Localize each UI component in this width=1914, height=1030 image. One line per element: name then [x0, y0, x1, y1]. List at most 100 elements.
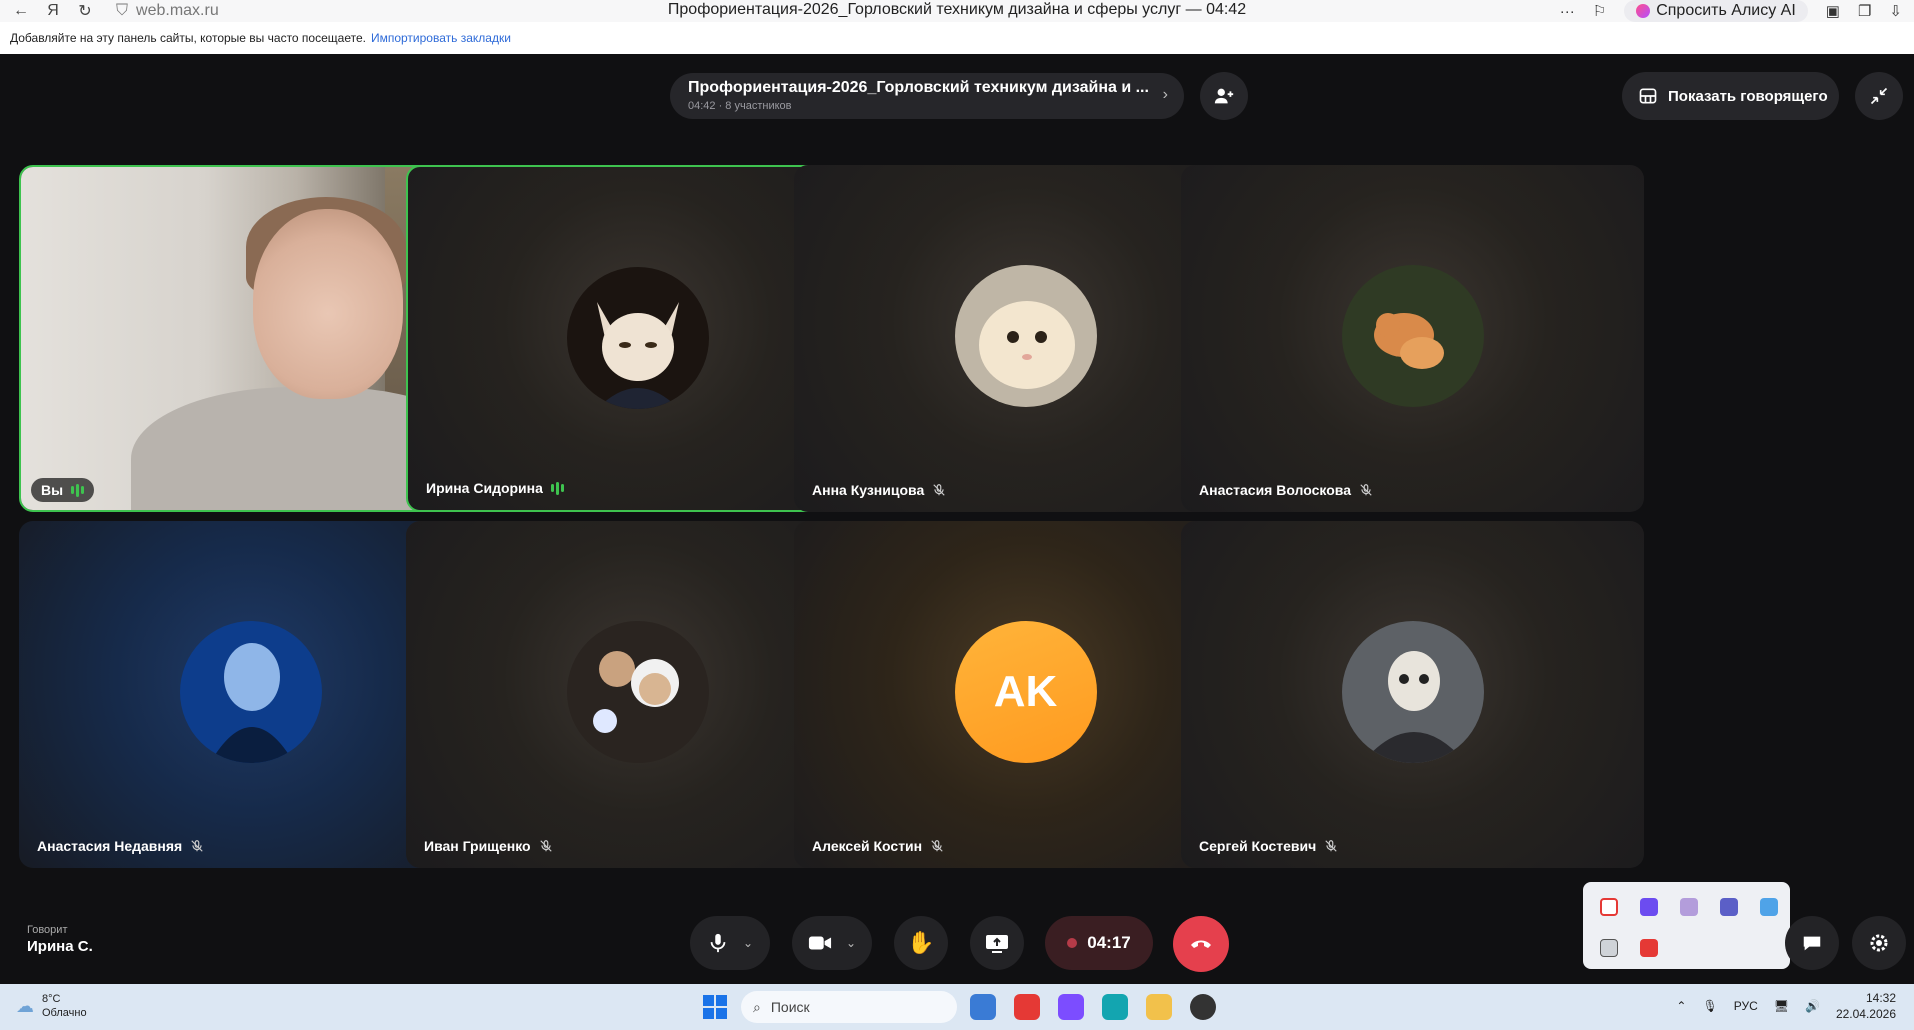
screen-share-icon — [986, 935, 1008, 953]
microphone-tray-icon[interactable]: 🎙 — [1702, 999, 1717, 1013]
chevron-down-icon[interactable]: ⌄ — [846, 936, 856, 950]
tray-record-icon[interactable] — [1629, 929, 1669, 967]
participant-name: Ирина Сидорина — [426, 480, 564, 496]
current-speaker-label: Говорит — [27, 924, 68, 936]
call-title: Профориентация-2026_Горловский техникум … — [688, 79, 1149, 96]
current-speaker: Говорит Ирина С. — [27, 924, 93, 955]
mic-off-icon — [1325, 840, 1337, 852]
share-screen-button[interactable] — [970, 916, 1024, 970]
collapse-icon — [1870, 87, 1888, 105]
initials-avatar: AK — [954, 621, 1097, 763]
media-player-icon[interactable] — [1190, 994, 1216, 1020]
kitten-avatar-image — [954, 265, 1097, 407]
ask-alisa-button[interactable]: Спросить Алису AI — [1624, 0, 1808, 22]
yandex-icon[interactable]: Я — [42, 0, 64, 22]
more-icon[interactable]: ··· — [1560, 3, 1575, 20]
blue-portrait-avatar-image — [179, 621, 322, 763]
participant-name: Анастасия Недавняя — [37, 838, 204, 854]
raise-hand-button[interactable]: ✋ — [894, 916, 948, 970]
skull-character-avatar-image — [1341, 621, 1484, 763]
clock[interactable]: 14:32 22.04.2026 — [1836, 990, 1896, 1022]
language-indicator[interactable]: РУС — [1734, 999, 1758, 1013]
speaking-indicator-icon — [71, 483, 85, 497]
tray-teams-icon[interactable] — [1709, 888, 1749, 926]
participant-tile[interactable]: Сергей Костевич — [1181, 521, 1644, 868]
participant-tile[interactable]: Анастасия Волоскова — [1181, 165, 1644, 512]
hang-up-icon — [1191, 940, 1211, 948]
chevron-right-icon: › — [1162, 86, 1168, 103]
chevron-up-icon[interactable]: ⌃ — [1676, 999, 1686, 1013]
timer-value: 04:17 — [1087, 933, 1131, 952]
shield-icon: ⛉ — [116, 2, 129, 19]
chevron-down-icon[interactable]: ⌄ — [743, 936, 753, 950]
bookmark-icon[interactable]: ⚐ — [1593, 2, 1606, 20]
time: 14:32 — [1865, 991, 1896, 1005]
call-app: Профориентация-2026_Горловский техникум … — [0, 54, 1914, 984]
taskbar-search[interactable]: ⌕ Поиск — [741, 991, 957, 1023]
camera-control[interactable]: ⌄ — [792, 916, 872, 970]
end-call-button[interactable] — [1173, 916, 1229, 972]
browser-toolbar: ← Я ↻ ⛉ web.max.ru Профориентация-2026_Г… — [0, 0, 1914, 22]
participant-name: Анастасия Волоскова — [1199, 482, 1373, 498]
participant-grid: Вы Ирина Сидорина Анна Кузницова Анастас… — [19, 165, 1899, 868]
avatar — [566, 621, 709, 763]
avatar — [1341, 265, 1484, 407]
date: 22.04.2026 — [1835, 1007, 1896, 1021]
extensions-icon[interactable]: ▣ — [1826, 2, 1840, 20]
tray-max-icon[interactable] — [1629, 888, 1669, 926]
call-subtitle: 04:42 · 8 участников — [688, 100, 792, 112]
current-speaker-name: Ирина С. — [27, 938, 93, 955]
volume-icon[interactable]: 🔊 — [1805, 999, 1820, 1013]
call-info-pill[interactable]: Профориентация-2026_Горловский техникум … — [670, 73, 1184, 119]
settings-button[interactable] — [1852, 916, 1906, 970]
network-icon[interactable]: 🖥 — [1774, 999, 1789, 1013]
add-user-icon — [1214, 88, 1234, 104]
search-icon: ⌕ — [753, 998, 761, 1015]
search-placeholder: Поиск — [770, 999, 810, 1015]
edge-app-icon[interactable] — [1102, 994, 1128, 1020]
show-speaker-button[interactable]: Показать говорящего — [1622, 72, 1839, 120]
add-participant-button[interactable] — [1200, 72, 1248, 120]
record-icon — [1067, 938, 1078, 948]
tray-usb-icon[interactable] — [1589, 929, 1629, 967]
weather-widget[interactable]: ☁ 8°C Облачно — [16, 992, 87, 1020]
cloud-icon: ☁ — [16, 995, 34, 1016]
teams-app-icon[interactable] — [970, 994, 996, 1020]
import-bookmarks-link[interactable]: Импортировать закладки — [371, 31, 511, 45]
tray-vpn-icon[interactable] — [1749, 888, 1789, 926]
system-tray: ⌃ 🎙 РУС 🖥 🔊 14:32 22.04.2026 — [1676, 990, 1896, 1022]
address-bar[interactable]: ⛉ web.max.ru — [116, 2, 219, 20]
camera-icon — [808, 936, 832, 950]
avatar — [566, 267, 709, 409]
participant-name-self: Вы — [31, 478, 95, 502]
participant-name: Иван Грищенко — [424, 838, 553, 854]
reload-icon[interactable]: ↻ — [74, 0, 96, 22]
tray-pen-icon[interactable] — [1669, 888, 1709, 926]
back-icon[interactable]: ← — [10, 0, 32, 22]
chat-icon — [1803, 936, 1821, 951]
file-explorer-icon[interactable] — [1146, 994, 1172, 1020]
participant-name: Алексей Костин — [812, 838, 944, 854]
tray-yandex-icon[interactable] — [1589, 888, 1629, 926]
layout-icon — [1639, 88, 1657, 104]
tray-overflow-popup — [1583, 882, 1790, 969]
cat-grass-avatar-image — [1341, 265, 1484, 407]
cat-avatar-image — [566, 267, 709, 409]
collections-icon[interactable]: ❐ — [1858, 2, 1871, 20]
downloads-icon[interactable]: ⇩ — [1889, 2, 1902, 20]
mic-off-icon — [933, 484, 945, 496]
recording-timer[interactable]: 04:17 — [1045, 916, 1153, 970]
hand-icon: ✋ — [907, 930, 935, 955]
url-text: web.max.ru — [136, 2, 219, 19]
mic-off-icon — [539, 840, 552, 852]
microphone-control[interactable]: ⌄ — [690, 916, 770, 970]
exit-fullscreen-button[interactable] — [1855, 72, 1903, 120]
weather-text: Облачно — [42, 1007, 87, 1019]
bookmarks-hint: Добавляйте на эту панель сайты, которые … — [10, 31, 366, 45]
microphone-icon — [710, 933, 726, 953]
avatar — [179, 621, 322, 763]
chat-button[interactable] — [1785, 916, 1839, 970]
windows-start-icon[interactable] — [703, 995, 727, 1019]
max-app-icon[interactable] — [1058, 994, 1084, 1020]
yandex-browser-app-icon[interactable] — [1014, 994, 1040, 1020]
